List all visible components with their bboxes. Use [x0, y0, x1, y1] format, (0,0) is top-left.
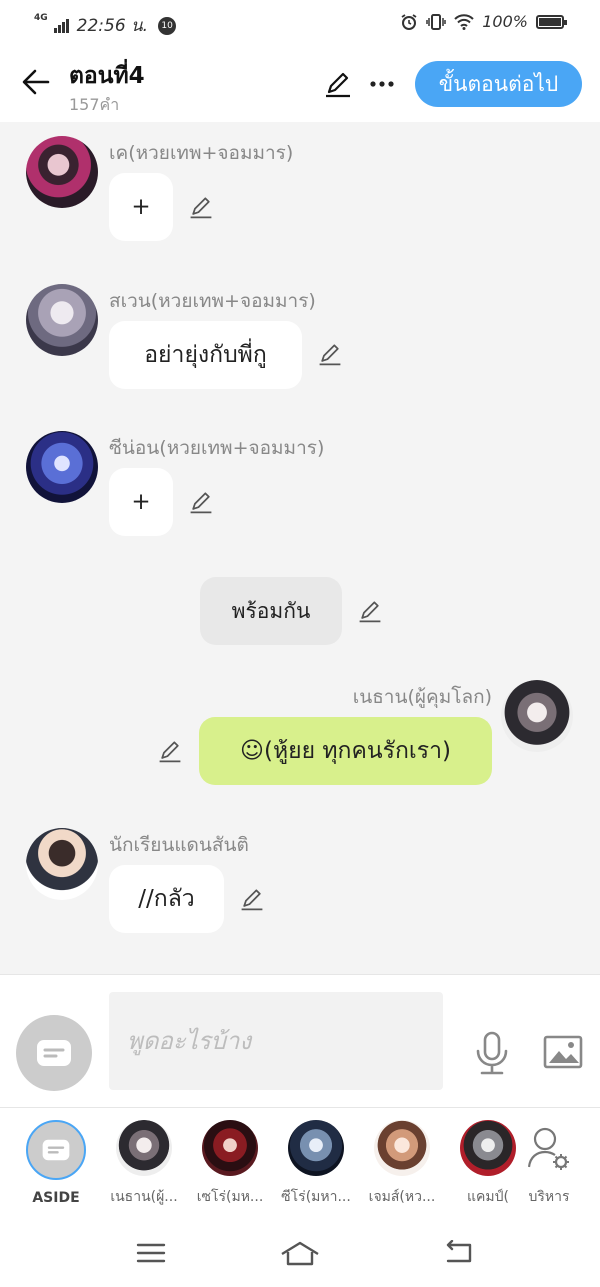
home-button[interactable]: [280, 1235, 320, 1271]
pencil-icon: [241, 889, 263, 911]
character-selector: ASIDE เนธาน(ผู้... เซโร่(มห... ซีโร่(มหา…: [0, 1107, 600, 1217]
pencil-icon: [326, 72, 350, 98]
character-label: ซีโร่(มหา...: [281, 1189, 351, 1205]
vibrate-icon: [426, 13, 446, 30]
chat-area[interactable]: เค(หวยเทพ+จอมมาร) + สเวน(หวยเทพ+จอมมาร) …: [0, 122, 600, 974]
message-bubble[interactable]: อย่ายุ่งกับพี่กู: [109, 321, 302, 389]
next-step-button[interactable]: ขั้นตอนต่อไป: [415, 61, 582, 107]
character-aside[interactable]: ASIDE: [14, 1120, 98, 1206]
battery-icon: [536, 14, 567, 29]
character-option[interactable]: เซโร่(มห...: [188, 1120, 272, 1208]
system-nav-bar: [0, 1217, 600, 1287]
message-input[interactable]: [109, 992, 443, 1090]
pencil-icon: [359, 601, 381, 623]
character-label: ASIDE: [32, 1190, 80, 1206]
character-option[interactable]: เจมส์(หว...: [360, 1120, 444, 1208]
edit-message-button[interactable]: [355, 596, 385, 626]
message-bubble[interactable]: +: [109, 468, 173, 536]
status-left: 4G 22:56 น. 10: [34, 12, 177, 39]
status-bar: 4G 22:56 น. 10 100%: [0, 0, 600, 46]
edit-message-button[interactable]: [186, 192, 216, 222]
recent-apps-button[interactable]: [131, 1235, 171, 1271]
avatar: [202, 1120, 258, 1176]
voice-input-button[interactable]: [472, 1030, 512, 1076]
character-option[interactable]: ซีโร่(มหา...: [274, 1120, 358, 1208]
pencil-icon: [190, 197, 212, 219]
message-card-icon: [42, 1139, 70, 1161]
menu-icon: [136, 1243, 166, 1263]
edit-message-button[interactable]: [186, 487, 216, 517]
character-name: นักเรียนแดนสันติ: [109, 834, 249, 856]
user-settings-icon: [527, 1127, 569, 1170]
character-option[interactable]: เนธาน(ผู้...: [102, 1120, 186, 1208]
back-icon: [446, 1240, 472, 1263]
word-count: 157คำ: [69, 95, 120, 114]
home-icon: [281, 1241, 319, 1266]
edit-message-button[interactable]: [237, 884, 267, 914]
notification-badge: 10: [158, 16, 177, 35]
character-label: เนธาน(ผู้...: [110, 1189, 178, 1205]
image-icon: [543, 1035, 583, 1069]
edit-title-button[interactable]: [320, 66, 356, 102]
battery-percent: 100%: [482, 12, 528, 31]
network-type: 4G: [34, 12, 48, 23]
alarm-icon: [401, 13, 417, 30]
avatar[interactable]: [26, 284, 98, 356]
aside-avatar: [26, 1120, 86, 1180]
manage-characters-button[interactable]: บริหาร: [514, 1120, 584, 1208]
character-label: บริหาร: [528, 1189, 570, 1205]
character-name: ซีน่อน(หวยเทพ+จอมมาร): [109, 437, 325, 459]
edit-message-button[interactable]: [315, 339, 345, 369]
back-button[interactable]: [16, 62, 56, 102]
character-name: เนธาน(ผู้คุมโลก): [352, 686, 492, 708]
pencil-icon: [190, 492, 212, 514]
message-card-icon: [37, 1040, 71, 1066]
page-title: ตอนที่4: [69, 63, 145, 89]
avatar[interactable]: [26, 431, 98, 503]
avatar[interactable]: [501, 680, 573, 752]
avatar[interactable]: [26, 136, 98, 208]
character-label: เจมส์(หว...: [368, 1189, 436, 1205]
wifi-icon: [454, 13, 474, 30]
avatar: [374, 1120, 430, 1176]
back-nav-button[interactable]: [438, 1235, 478, 1271]
avatar: [116, 1120, 172, 1176]
pencil-icon: [159, 741, 181, 763]
signal-icon: [53, 18, 69, 33]
pencil-icon: [319, 344, 341, 366]
avatar: [460, 1120, 516, 1176]
more-menu-button[interactable]: [362, 66, 402, 102]
aside-message-bubble[interactable]: พร้อมกัน: [200, 577, 342, 645]
more-dots-icon: [370, 81, 394, 87]
manage-avatar: [521, 1120, 577, 1176]
status-right: 100%: [400, 12, 567, 31]
aside-toggle-button[interactable]: [16, 1015, 92, 1091]
message-bubble[interactable]: //กลัว: [109, 865, 224, 933]
clock: 22:56 น.: [76, 16, 149, 36]
message-input-bar: [0, 974, 600, 1107]
edit-message-button[interactable]: [155, 736, 185, 766]
microphone-icon: [476, 1031, 508, 1075]
own-message-bubble[interactable]: ☺(หู้ยย ทุกคนรักเรา): [199, 717, 492, 785]
arrow-left-icon: [22, 69, 50, 95]
insert-image-button[interactable]: [541, 1032, 585, 1072]
avatar: [288, 1120, 344, 1176]
editor-header: ตอนที่4 157คำ ขั้นตอนต่อไป: [0, 46, 600, 122]
message-bubble[interactable]: +: [109, 173, 173, 241]
character-name: เค(หวยเทพ+จอมมาร): [109, 142, 294, 164]
character-name: สเวน(หวยเทพ+จอมมาร): [109, 290, 316, 312]
avatar[interactable]: [26, 828, 98, 900]
character-label: เซโร่(มห...: [196, 1189, 264, 1205]
